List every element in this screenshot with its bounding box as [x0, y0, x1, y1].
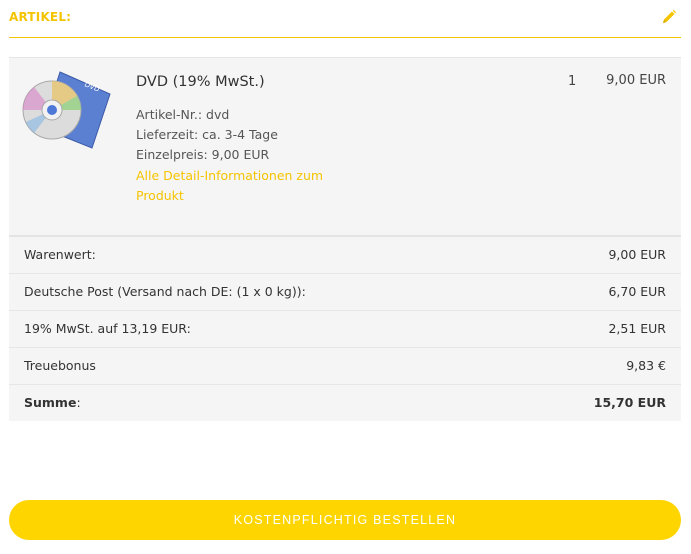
- item-price: 9,00 EUR: [606, 73, 666, 88]
- dvd-product-image[interactable]: DVD: [22, 70, 112, 150]
- pencil-icon[interactable]: [661, 9, 677, 25]
- summary-row-shipping: Deutsche Post (Versand nach DE: (1 x 0 k…: [9, 274, 681, 311]
- summary-row-total: Summe: 15,70 EUR: [9, 385, 681, 421]
- summary-row-goods-value: Warenwert: 9,00 EUR: [9, 237, 681, 274]
- summary-row-loyalty-bonus: Treuebonus 9,83 €: [9, 348, 681, 385]
- item-quantity: 1: [568, 74, 577, 89]
- summary-label: Treuebonus: [24, 358, 96, 373]
- unit-price: Einzelpreis: 9,00 EUR: [136, 147, 270, 162]
- total-value: 15,70 EUR: [593, 395, 666, 410]
- summary-value: 9,00 EUR: [608, 247, 666, 262]
- summary-value: 6,70 EUR: [608, 284, 666, 299]
- place-order-button[interactable]: KOSTENPFLICHTIG BESTELLEN: [9, 500, 681, 540]
- summary-label: Deutsche Post (Versand nach DE: (1 x 0 k…: [24, 284, 306, 299]
- delivery-time: Lieferzeit: ca. 3-4 Tage: [136, 127, 278, 142]
- order-summary: Warenwert: 9,00 EUR Deutsche Post (Versa…: [9, 237, 681, 421]
- product-details-link[interactable]: Alle Detail-Informationen zum Produkt: [136, 166, 341, 206]
- summary-label: Warenwert:: [24, 247, 96, 262]
- cart-item: DVD DVD (19% MwSt.) Artikel-Nr.: dvd Lie…: [9, 57, 681, 237]
- summary-value: 2,51 EUR: [608, 321, 666, 336]
- summary-value: 9,83 €: [626, 358, 666, 373]
- summary-row-vat: 19% MwSt. auf 13,19 EUR: 2,51 EUR: [9, 311, 681, 348]
- summary-label: 19% MwSt. auf 13,19 EUR:: [24, 321, 191, 336]
- place-order-button-label: KOSTENPFLICHTIG BESTELLEN: [233, 513, 457, 527]
- total-label-colon: :: [76, 395, 81, 410]
- articles-header: ARTIKEL:: [9, 0, 681, 38]
- item-top-gap: [580, 38, 681, 57]
- total-label: Summe:: [24, 395, 81, 410]
- product-name[interactable]: DVD (19% MwSt.): [136, 74, 265, 90]
- total-label-text: Summe: [24, 395, 77, 410]
- articles-title: ARTIKEL:: [9, 10, 72, 24]
- article-number: Artikel-Nr.: dvd: [136, 107, 230, 122]
